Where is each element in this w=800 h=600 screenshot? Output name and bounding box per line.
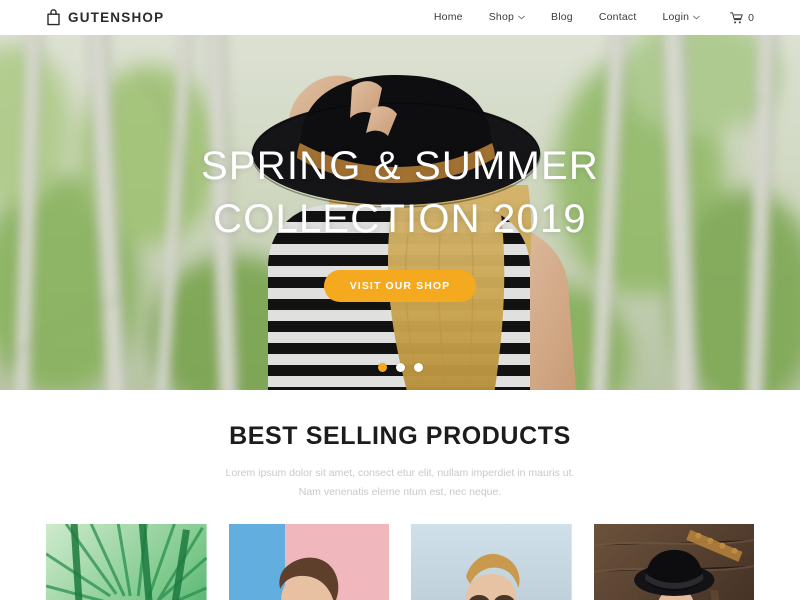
- product-card-city-sunglasses[interactable]: [411, 524, 572, 600]
- section-subtitle-line-1: Lorem ipsum dolor sit amet, consect etur…: [225, 466, 575, 479]
- carousel-dot-2[interactable]: [395, 363, 405, 372]
- product-image-palm-leaves: [46, 524, 207, 600]
- brand-logo[interactable]: GUTENSHOP: [46, 9, 164, 26]
- product-card-pink-wall-portrait[interactable]: [228, 524, 389, 600]
- carousel-dot-3[interactable]: [413, 363, 423, 372]
- nav-item-shop-label: Shop: [488, 11, 515, 24]
- section-subtitle: Lorem ipsum dolor sit amet, consect etur…: [0, 464, 800, 503]
- shopping-bag-icon: [47, 9, 60, 26]
- carousel-dot-1[interactable]: [377, 363, 387, 372]
- best-selling-products-section: BEST SELLING PRODUCTS Lorem ipsum dolor …: [0, 390, 800, 600]
- hero-title-line-2: COLLECTION 2019: [213, 196, 587, 241]
- product-image-city-sunglasses: [411, 524, 572, 600]
- product-grid: [0, 524, 800, 600]
- product-image-black-hat-portrait: [593, 524, 754, 600]
- main-navigation: Home Shop Blog Contact Login 0: [434, 12, 754, 24]
- section-subtitle-line-2: Nam venenatis eleme ntum est, nec neque.: [298, 485, 502, 498]
- hero-title-line-1: SPRING & SUMMER: [200, 144, 600, 188]
- nav-item-contact-label: Contact: [598, 11, 637, 24]
- nav-item-home[interactable]: Home: [434, 12, 463, 23]
- product-card-black-hat-portrait[interactable]: [593, 524, 754, 600]
- brand-name: GUTENSHOP: [68, 9, 165, 25]
- cart-count: 0: [748, 11, 754, 24]
- hero-title: SPRING & SUMMER COLLECTION 2019: [201, 140, 599, 246]
- site-header: GUTENSHOP Home Shop Blog Contact Login 0: [0, 0, 800, 35]
- nav-item-home-label: Home: [433, 11, 463, 24]
- carousel-dots: [0, 363, 800, 372]
- product-card-palm-leaves[interactable]: [46, 524, 207, 600]
- nav-item-blog-label: Blog: [551, 11, 573, 24]
- hero-banner: SPRING & SUMMER COLLECTION 2019 VISIT OU…: [0, 35, 800, 390]
- nav-item-login[interactable]: Login: [662, 12, 700, 23]
- nav-item-shop[interactable]: Shop: [489, 12, 525, 23]
- chevron-down-icon: [518, 15, 525, 20]
- nav-item-contact[interactable]: Contact: [599, 12, 637, 23]
- cart-icon: [730, 11, 743, 23]
- hero-content: SPRING & SUMMER COLLECTION 2019 VISIT OU…: [0, 35, 800, 390]
- product-image-pink-wall-portrait: [228, 524, 389, 600]
- nav-item-login-label: Login: [662, 11, 690, 24]
- cart-button[interactable]: 0: [730, 12, 754, 24]
- nav-item-blog[interactable]: Blog: [551, 12, 573, 23]
- visit-shop-button[interactable]: VISIT OUR SHOP: [323, 269, 477, 303]
- section-title: BEST SELLING PRODUCTS: [229, 422, 571, 450]
- chevron-down-icon: [693, 15, 700, 20]
